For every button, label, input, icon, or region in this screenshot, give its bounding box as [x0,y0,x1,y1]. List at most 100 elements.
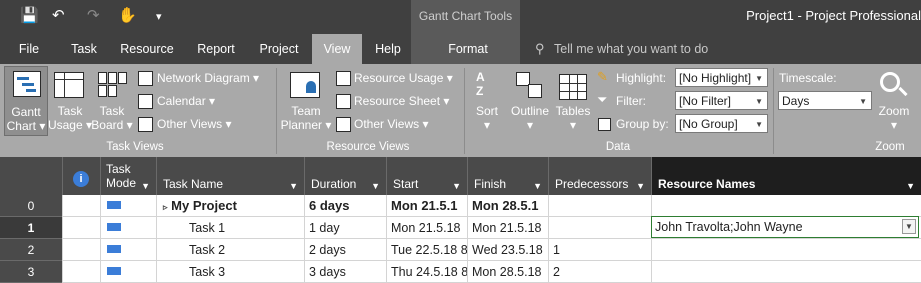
undo-icon[interactable]: ↶ [52,6,65,24]
start-cell[interactable]: Mon 21.5.1 [386,195,467,217]
team-planner-button[interactable]: Team Planner ▾ [280,66,332,136]
resource-names-cell[interactable] [651,239,921,261]
task-usage-label-2: Usage ▾ [47,118,93,132]
info-cell[interactable] [62,239,100,261]
zoom-button[interactable]: Zoom ▾ [874,66,914,136]
highlight-value: [No Highlight] [679,71,752,85]
sort-label: Sort [475,104,498,118]
tables-label: Tables [555,104,591,118]
resource-names-editor[interactable]: John Travolta;John Wayne ▼ [651,216,919,238]
task-name-cell[interactable]: Task 1 [156,217,304,239]
network-diagram-icon [138,71,153,86]
start-cell[interactable]: Thu 24.5.18 8 [386,261,467,283]
tab-help[interactable]: Help [366,34,410,64]
task-mode-cell[interactable] [100,239,156,261]
group-by-dropdown[interactable]: [No Group] ▼ [675,114,768,133]
highlight-dropdown[interactable]: [No Highlight] ▼ [675,68,768,87]
tables-icon [559,74,587,100]
tab-task[interactable]: Task [62,34,106,64]
start-cell[interactable]: Mon 21.5.18 [386,217,467,239]
expand-toggle-icon[interactable]: ▹ [163,202,168,212]
row-number[interactable]: 2 [0,239,62,261]
task-name-cell[interactable]: Task 2 [156,239,304,261]
chevron-down-icon[interactable]: ▼ [906,181,915,191]
tab-view[interactable]: View [312,34,362,64]
tables-button[interactable]: Tables ▾ [554,66,592,136]
predecessors-column-header[interactable]: Predecessors ▼ [548,157,651,195]
task-views-group-label: Task Views [106,141,164,153]
info-cell[interactable] [62,261,100,283]
finish-column-header[interactable]: Finish ▼ [467,157,548,195]
resource-sheet-icon [336,94,351,109]
outline-button[interactable]: Outline ▾ [508,66,552,136]
start-column-header[interactable]: Start ▼ [386,157,467,195]
finish-cell[interactable]: Wed 23.5.18 [467,239,548,261]
task-mode-cell[interactable] [100,261,156,283]
finish-cell[interactable]: Mon 28.5.18 [467,261,548,283]
resource-names-cell[interactable] [651,195,921,217]
chevron-down-icon[interactable]: ▼ [636,181,645,191]
duration-cell[interactable]: 6 days [304,195,386,217]
chevron-down-icon[interactable]: ▼ [533,181,542,191]
finish-cell[interactable]: Mon 21.5.18 [467,217,548,239]
task-board-button[interactable]: Task Board ▾ [91,66,133,136]
duration-cell[interactable]: 3 days [304,261,386,283]
resource-usage-label: Resource Usage ▾ [354,71,453,85]
task-mode-column-header[interactable]: Task Mode ▼ [100,157,156,195]
duration-cell[interactable]: 1 day [304,217,386,239]
predecessors-cell[interactable] [548,195,651,217]
resource-names-column-header[interactable]: Resource Names ▼ [651,157,921,195]
finish-header-label: Finish [474,177,507,191]
touch-mode-icon[interactable]: ✋ [118,6,137,24]
redo-icon[interactable]: ↷ [87,6,100,24]
data-group-label: Data [605,141,631,153]
resource-names-cell[interactable] [651,261,921,283]
task-name-cell[interactable]: ▹ My Project [156,195,304,217]
duration-column-header[interactable]: Duration ▼ [304,157,386,195]
team-planner-label: Team [291,104,321,118]
gantt-label-2: Chart ▾ [6,119,46,133]
start-cell[interactable]: Tue 22.5.18 8 [386,239,467,261]
row-number[interactable]: 3 [0,261,62,283]
tab-resource[interactable]: Resource [114,34,180,64]
task-mode-cell[interactable] [100,217,156,239]
info-cell[interactable] [62,217,100,239]
task-name-cell[interactable]: Task 3 [156,261,304,283]
tab-format[interactable]: Format [438,34,498,64]
chevron-down-icon[interactable]: ▼ [289,181,298,191]
auto-schedule-icon [107,201,121,209]
timescale-dropdown[interactable]: Days ▼ [778,91,872,110]
info-column-header[interactable]: i [62,157,100,195]
group-separator [276,68,277,154]
chevron-down-icon[interactable]: ▼ [452,181,461,191]
sort-button[interactable]: AZ Sort ▾ [468,66,506,136]
group-by-value: [No Group] [679,117,738,131]
predecessors-cell[interactable]: 1 [548,239,651,261]
chevron-down-icon[interactable]: ▼ [371,181,380,191]
save-icon[interactable]: 💾 [20,6,39,24]
chevron-down-icon[interactable]: ▼ [902,219,916,234]
info-cell[interactable] [62,195,100,217]
row-number[interactable]: 1 [0,217,62,239]
tell-me-box[interactable]: ⚲ Tell me what you want to do [535,34,708,64]
task-name-column-header[interactable]: Task Name ▼ [156,157,304,195]
tab-report[interactable]: Report [190,34,242,64]
tab-project[interactable]: Project [252,34,306,64]
task-usage-label: Task [57,104,83,118]
task-mode-cell[interactable] [100,195,156,217]
zoom-label-2: ▾ [890,118,898,132]
duration-cell[interactable]: 2 days [304,239,386,261]
tab-file[interactable]: File [8,34,50,64]
gantt-chart-button[interactable]: Gantt Chart ▾ [4,66,48,136]
filter-dropdown[interactable]: [No Filter] ▼ [675,91,768,110]
task-usage-button[interactable]: Task Usage ▾ [48,66,92,136]
predecessors-cell[interactable]: 2 [548,261,651,283]
predecessors-cell[interactable] [548,217,651,239]
finish-cell[interactable]: Mon 28.5.1 [467,195,548,217]
chevron-down-icon[interactable]: ▼ [141,181,150,191]
row-number[interactable]: 0 [0,195,62,217]
filter-icon: ⏷ [597,92,608,107]
task-board-icon [98,72,127,97]
customize-qat-icon[interactable]: ▾ [156,10,162,23]
resource-other-views-label: Other Views ▾ [354,117,429,131]
